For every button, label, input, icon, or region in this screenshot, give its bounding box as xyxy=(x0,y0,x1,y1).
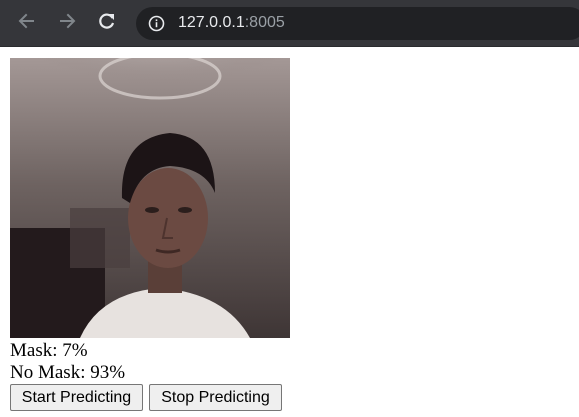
reload-icon xyxy=(97,11,117,36)
start-predicting-button[interactable]: Start Predicting xyxy=(10,384,143,411)
arrow-right-icon xyxy=(57,11,77,36)
no-mask-probability: No Mask: 93% xyxy=(10,362,126,383)
back-button[interactable] xyxy=(14,10,40,36)
mask-probability: Mask: 7% xyxy=(10,340,88,361)
url-text: 127.0.0.1:8005 xyxy=(178,13,285,33)
url-host: 127.0.0.1 xyxy=(178,14,245,31)
webcam-video xyxy=(10,58,290,338)
address-bar[interactable]: 127.0.0.1:8005 xyxy=(136,7,579,40)
info-icon[interactable] xyxy=(148,15,165,32)
stop-predicting-button[interactable]: Stop Predicting xyxy=(149,384,282,411)
forward-button[interactable] xyxy=(54,10,80,36)
reload-button[interactable] xyxy=(94,10,120,36)
browser-toolbar: 127.0.0.1:8005 xyxy=(0,0,579,47)
url-port: :8005 xyxy=(244,14,285,31)
arrow-left-icon xyxy=(17,11,37,36)
